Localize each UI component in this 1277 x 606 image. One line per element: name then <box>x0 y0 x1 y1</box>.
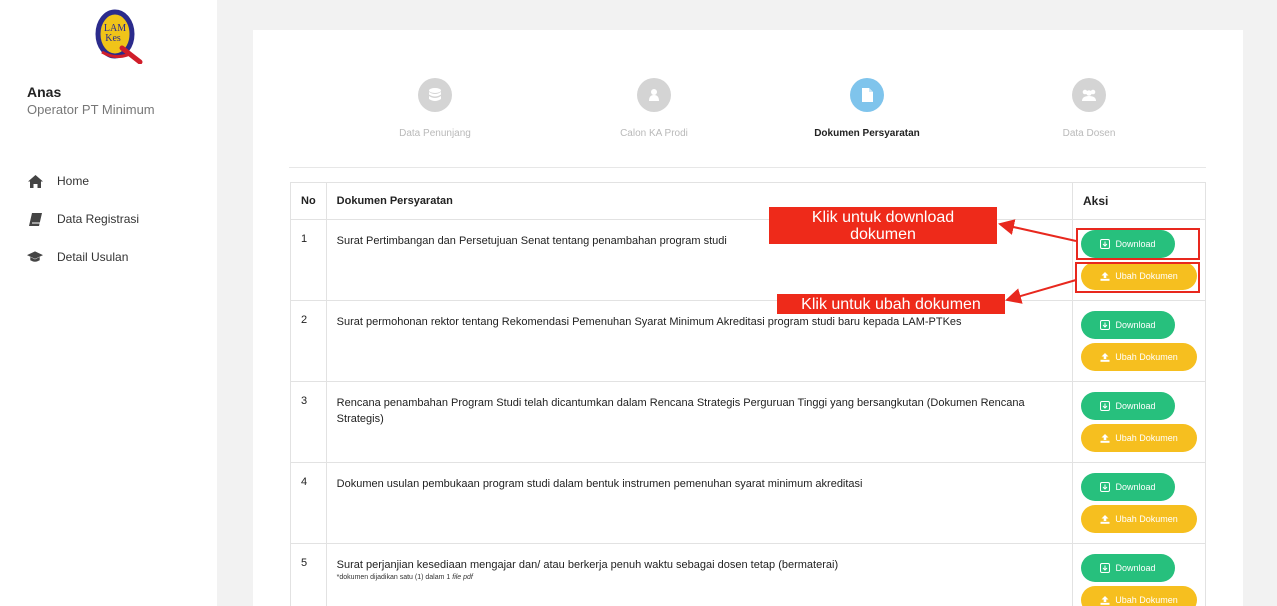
download-icon <box>1100 563 1111 573</box>
download-highlight-box <box>1076 228 1200 260</box>
upload-annotation-label: Klik untuk ubah dokumen <box>777 294 1005 314</box>
graduation-cap-icon <box>27 250 43 264</box>
document-text: Surat permohonan rektor tentang Rekomend… <box>336 316 962 328</box>
table-row: 4 Dokumen usulan pembukaan program studi… <box>290 462 1206 544</box>
step-dokumen-persyaratan[interactable]: Dokumen Persyaratan <box>777 78 957 139</box>
row-number: 5 <box>290 543 327 606</box>
step-label: Data Dosen <box>1062 128 1116 139</box>
upload-icon <box>1100 514 1110 524</box>
download-label: Download <box>1115 320 1156 330</box>
upload-label: Ubah Dokumen <box>1115 352 1178 362</box>
upload-icon <box>1100 595 1110 605</box>
row-actions: Download Ubah Dokumen <box>1072 543 1206 606</box>
download-icon <box>1100 320 1111 330</box>
sidebar-nav: Home Data Registrasi Detail Usulan <box>27 162 207 276</box>
row-number: 1 <box>290 219 327 301</box>
document-note: *dokumen dijadikan satu (1) dalam 1 file… <box>337 573 1062 582</box>
upload-icon <box>1100 433 1110 443</box>
header-no: No <box>290 182 327 220</box>
upload-icon <box>1100 352 1110 362</box>
download-button[interactable]: Download <box>1081 473 1175 501</box>
download-icon <box>1100 401 1111 411</box>
document-text: Surat Pertimbangan dan Persetujuan Senat… <box>336 235 727 247</box>
sidebar-item-detail-usulan[interactable]: Detail Usulan <box>27 238 207 276</box>
download-button[interactable]: Download <box>1081 554 1175 582</box>
step-data-dosen[interactable]: Data Dosen <box>999 78 1179 139</box>
table-header-row: No Dokumen Persyaratan Aksi <box>290 182 1206 220</box>
user-name: Anas <box>27 84 62 100</box>
download-annotation-line1: Klik untuk download <box>811 209 955 226</box>
download-label: Download <box>1115 482 1156 492</box>
table-row: 1 Surat Pertimbangan dan Persetujuan Sen… <box>290 219 1206 301</box>
upload-highlight-box <box>1075 262 1200 293</box>
users-icon <box>1072 78 1106 112</box>
steps-divider <box>289 167 1206 168</box>
upload-label: Ubah Dokumen <box>1115 433 1178 443</box>
step-data-penunjang[interactable]: Data Penunjang <box>345 78 525 139</box>
main-card: Data Penunjang Calon KA Prodi Dokumen Pe… <box>253 30 1243 606</box>
upload-label: Ubah Dokumen <box>1115 514 1178 524</box>
ubah-dokumen-button[interactable]: Ubah Dokumen <box>1081 343 1197 371</box>
sidebar-item-label: Home <box>57 174 90 188</box>
sidebar-item-data-registrasi[interactable]: Data Registrasi <box>27 200 207 238</box>
document-text: Dokumen usulan pembukaan program studi d… <box>336 478 863 490</box>
user-icon <box>637 78 671 112</box>
upload-label: Ubah Dokumen <box>1115 595 1178 605</box>
step-calon-ka-prodi[interactable]: Calon KA Prodi <box>564 78 744 139</box>
user-role: Operator PT Minimum <box>27 102 155 117</box>
home-icon <box>27 174 43 188</box>
row-number: 3 <box>290 381 327 463</box>
document-name: Rencana penambahan Program Studi telah d… <box>325 381 1074 463</box>
download-label: Download <box>1115 563 1156 573</box>
step-label: Calon KA Prodi <box>620 128 688 139</box>
lam-ptkes-logo: LAM Kes <box>95 9 143 64</box>
document-name: Surat perjanjian kesediaan mengajar dan/… <box>325 543 1074 606</box>
download-label: Download <box>1115 401 1156 411</box>
download-button[interactable]: Download <box>1081 392 1175 420</box>
document-name: Dokumen usulan pembukaan program studi d… <box>325 462 1074 544</box>
download-button[interactable]: Download <box>1081 311 1175 339</box>
step-label: Dokumen Persyaratan <box>814 128 920 139</box>
sidebar: LAM Kes Anas Operator PT Minimum Home Da… <box>0 0 217 606</box>
row-number: 2 <box>290 300 327 382</box>
sidebar-item-home[interactable]: Home <box>27 162 207 200</box>
ubah-dokumen-button[interactable]: Ubah Dokumen <box>1081 424 1197 452</box>
documents-table: No Dokumen Persyaratan Aksi 1 Surat Pert… <box>290 182 1206 606</box>
file-icon <box>850 78 884 112</box>
book-icon <box>27 212 43 226</box>
table-row: 3 Rencana penambahan Program Studi telah… <box>290 381 1206 463</box>
note-text: *dokumen dijadikan satu (1) dalam 1 <box>336 574 453 581</box>
table-row: 5 Surat perjanjian kesediaan mengajar da… <box>290 543 1206 606</box>
header-aksi: Aksi <box>1072 182 1206 220</box>
ubah-dokumen-button[interactable]: Ubah Dokumen <box>1081 505 1197 533</box>
row-actions: Download Ubah Dokumen <box>1072 381 1206 463</box>
logo-text-bottom: Kes <box>105 33 121 44</box>
note-emphasis: file pdf <box>452 574 473 581</box>
row-actions: Download Ubah Dokumen <box>1072 300 1206 382</box>
sidebar-item-label: Data Registrasi <box>57 212 140 226</box>
wizard-steps: Data Penunjang Calon KA Prodi Dokumen Pe… <box>253 78 1243 148</box>
download-annotation-line2: dokumen <box>850 226 916 243</box>
ubah-dokumen-button[interactable]: Ubah Dokumen <box>1081 586 1197 606</box>
row-number: 4 <box>290 462 327 544</box>
download-annotation-label: Klik untuk download dokumen <box>769 207 997 244</box>
table-row: 2 Surat permohonan rektor tentang Rekome… <box>290 300 1206 382</box>
sidebar-item-label: Detail Usulan <box>57 250 129 264</box>
step-label: Data Penunjang <box>399 128 471 139</box>
download-icon <box>1100 482 1111 492</box>
row-actions: Download Ubah Dokumen <box>1072 462 1206 544</box>
database-icon <box>418 78 452 112</box>
document-text: Rencana penambahan Program Studi telah d… <box>336 397 1025 425</box>
document-text: Surat perjanjian kesediaan mengajar dan/… <box>336 559 839 571</box>
